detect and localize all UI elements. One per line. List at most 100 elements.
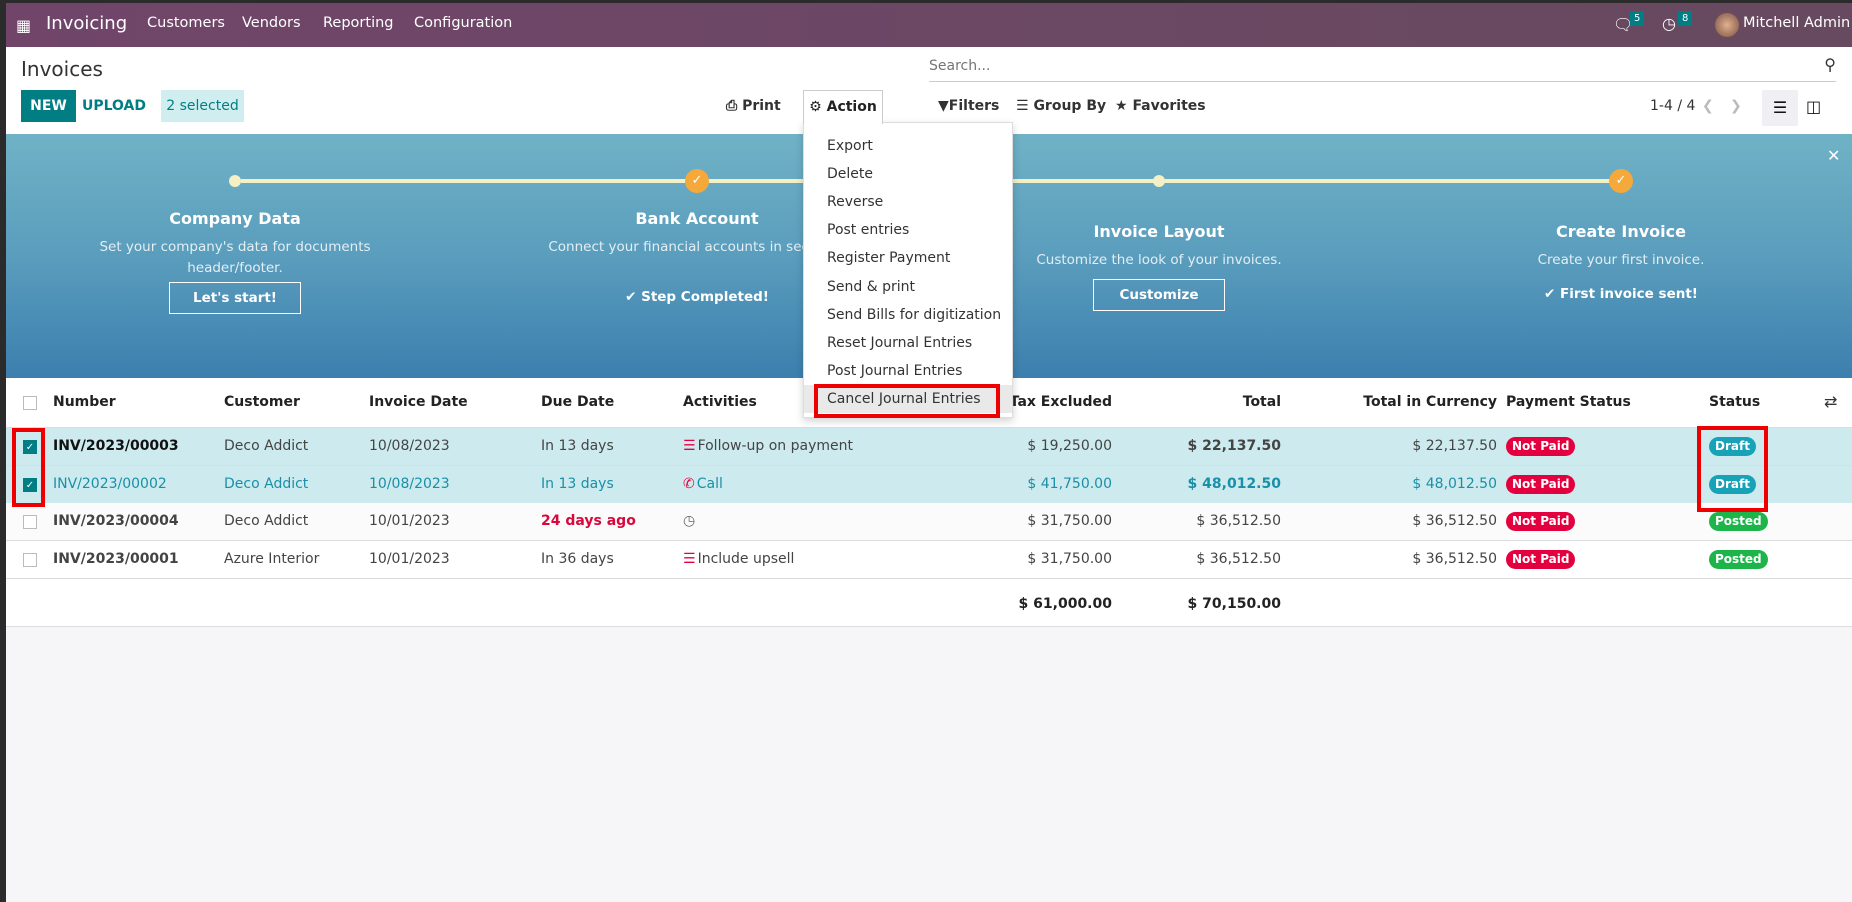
- group-by-button[interactable]: ☰ Group By: [1016, 98, 1106, 114]
- menu-item[interactable]: Post entries: [804, 216, 1012, 244]
- apps-grid-icon[interactable]: ▦: [16, 16, 31, 35]
- cell-total-currency: $ 48,012.50: [1412, 476, 1497, 492]
- column-header[interactable]: Total in Currency: [1363, 394, 1497, 410]
- step-title: Create Invoice: [1556, 222, 1686, 241]
- cell-number[interactable]: INV/2023/00003: [53, 438, 179, 454]
- status-badge: Posted: [1709, 512, 1768, 531]
- favorites-button[interactable]: ★ Favorites: [1115, 98, 1206, 114]
- clock-icon[interactable]: ◷: [683, 513, 695, 529]
- menu-item[interactable]: Export: [804, 132, 1012, 160]
- cell-total: $ 36,512.50: [1196, 551, 1281, 567]
- menu-item[interactable]: Delete: [804, 160, 1012, 188]
- printer-icon: ⎙: [726, 98, 743, 114]
- payment-status-badge: Not Paid: [1506, 437, 1576, 456]
- row-checkbox[interactable]: [23, 553, 37, 567]
- column-header[interactable]: Number: [53, 394, 116, 410]
- list-icon[interactable]: ☰: [683, 551, 696, 567]
- filters-button[interactable]: ▼Filters: [938, 98, 999, 114]
- user-name[interactable]: Mitchell Admin: [1743, 15, 1850, 31]
- list-icon[interactable]: ☰: [683, 438, 696, 454]
- group-by-label: Group By: [1033, 98, 1107, 114]
- cell-invoice-date: 10/01/2023: [369, 551, 450, 567]
- cell-number[interactable]: INV/2023/00004: [53, 513, 179, 529]
- step-dot: [1153, 175, 1165, 187]
- step-description: Set your company's data for documents he…: [99, 239, 371, 276]
- search-icon[interactable]: ⚲: [1824, 55, 1836, 74]
- activity-label: Include upsell: [697, 551, 795, 567]
- column-header[interactable]: Payment Status: [1506, 394, 1631, 410]
- menu-item[interactable]: Reset Journal Entries: [804, 329, 1012, 357]
- activity-cell[interactable]: ◷: [683, 513, 697, 529]
- step-completed-label: First invoice sent!: [1560, 286, 1698, 302]
- top-navbar: ▦ Invoicing Customers Vendors Reporting …: [6, 3, 1852, 47]
- total-tax-excluded: $ 61,000.00: [1018, 596, 1112, 612]
- row-checkbox[interactable]: [23, 515, 37, 529]
- step-button[interactable]: Customize: [1093, 279, 1225, 311]
- menu-reporting[interactable]: Reporting: [323, 15, 394, 31]
- menu-item[interactable]: Reverse: [804, 188, 1012, 216]
- highlight-cancel-journal: [814, 384, 1000, 418]
- list-view-button[interactable]: ☰: [1762, 90, 1798, 126]
- close-icon[interactable]: ✕: [1827, 146, 1840, 165]
- cell-tax-excluded: $ 31,750.00: [1027, 513, 1112, 529]
- cell-total: $ 48,012.50: [1187, 476, 1281, 492]
- menu-configuration[interactable]: Configuration: [414, 15, 512, 31]
- page-title: Invoices: [21, 57, 103, 81]
- cell-total-currency: $ 36,512.50: [1412, 551, 1497, 567]
- new-button[interactable]: NEW: [21, 90, 76, 122]
- payment-status-badge: Not Paid: [1506, 550, 1576, 569]
- cell-number[interactable]: INV/2023/00002: [53, 476, 167, 492]
- avatar[interactable]: [1715, 13, 1739, 37]
- pager-next-icon[interactable]: ❯: [1730, 98, 1742, 114]
- kanban-view-button[interactable]: ◫: [1806, 97, 1821, 116]
- step-completed-label: Step Completed!: [641, 289, 769, 305]
- search-input[interactable]: [929, 51, 1789, 81]
- app: ▦ Invoicing Customers Vendors Reporting …: [6, 3, 1852, 902]
- column-header[interactable]: Invoice Date: [369, 394, 468, 410]
- cell-invoice-date: 10/08/2023: [369, 438, 450, 454]
- step-dot: [229, 175, 241, 187]
- highlight-checkboxes: [12, 428, 45, 507]
- select-all-checkbox[interactable]: [23, 396, 37, 410]
- phone-icon[interactable]: ✆: [683, 476, 695, 492]
- column-header[interactable]: Status: [1709, 394, 1760, 410]
- table-row[interactable]: INV/2023/00001 Azure Interior 10/01/2023 In…: [6, 541, 1852, 579]
- step-button[interactable]: Let's start!: [169, 282, 301, 314]
- empty-area: [6, 626, 1852, 902]
- cell-total: $ 36,512.50: [1196, 513, 1281, 529]
- cell-number[interactable]: INV/2023/00001: [53, 551, 179, 567]
- action-label: Action: [826, 99, 877, 115]
- menu-item[interactable]: Send Bills for digitization: [804, 301, 1012, 329]
- menu-customers[interactable]: Customers: [147, 15, 225, 31]
- cell-invoice-date: 10/08/2023: [369, 476, 450, 492]
- column-header[interactable]: Customer: [224, 394, 300, 410]
- column-header[interactable]: Activities: [683, 394, 757, 410]
- status-badge: Posted: [1709, 550, 1768, 569]
- pager-value[interactable]: 1-4 / 4: [1650, 98, 1695, 114]
- table-row[interactable]: INV/2023/00004 Deco Addict 10/01/2023 24 da…: [6, 503, 1852, 541]
- column-header[interactable]: Tax Excluded: [1010, 394, 1112, 410]
- column-header[interactable]: Total: [1243, 394, 1281, 410]
- action-button[interactable]: ⚙ Action: [803, 90, 883, 124]
- menu-vendors[interactable]: Vendors: [242, 15, 301, 31]
- pager-prev-icon[interactable]: ❮: [1702, 98, 1714, 114]
- menu-item[interactable]: Post Journal Entries: [804, 357, 1012, 385]
- table-row[interactable]: ✓ INV/2023/00002 Deco Addict 10/08/2023 In 1…: [6, 466, 1852, 504]
- activity-label: Follow-up on payment: [697, 438, 853, 454]
- activity-cell[interactable]: ✆ Call: [683, 476, 723, 492]
- activity-cell[interactable]: ☰ Follow-up on payment: [683, 438, 853, 454]
- cell-due-date: In 36 days: [541, 551, 614, 567]
- menu-item[interactable]: Send & print: [804, 273, 1012, 301]
- cell-invoice-date: 10/01/2023: [369, 513, 450, 529]
- app-name[interactable]: Invoicing: [46, 13, 127, 34]
- cell-due-date: In 13 days: [541, 438, 614, 454]
- table-row[interactable]: ✓ INV/2023/00003 Deco Addict 10/08/2023 In 1…: [6, 428, 1852, 466]
- activity-cell[interactable]: ☰ Include upsell: [683, 551, 794, 567]
- menu-item[interactable]: Register Payment: [804, 244, 1012, 272]
- clock-icon[interactable]: ◷: [1662, 14, 1676, 33]
- print-button[interactable]: ⎙ Print: [726, 98, 781, 114]
- column-header[interactable]: Due Date: [541, 394, 614, 410]
- column-settings-icon[interactable]: ⇄: [1824, 392, 1837, 411]
- cell-due-date: 24 days ago: [541, 513, 636, 529]
- upload-button[interactable]: UPLOAD: [78, 90, 150, 122]
